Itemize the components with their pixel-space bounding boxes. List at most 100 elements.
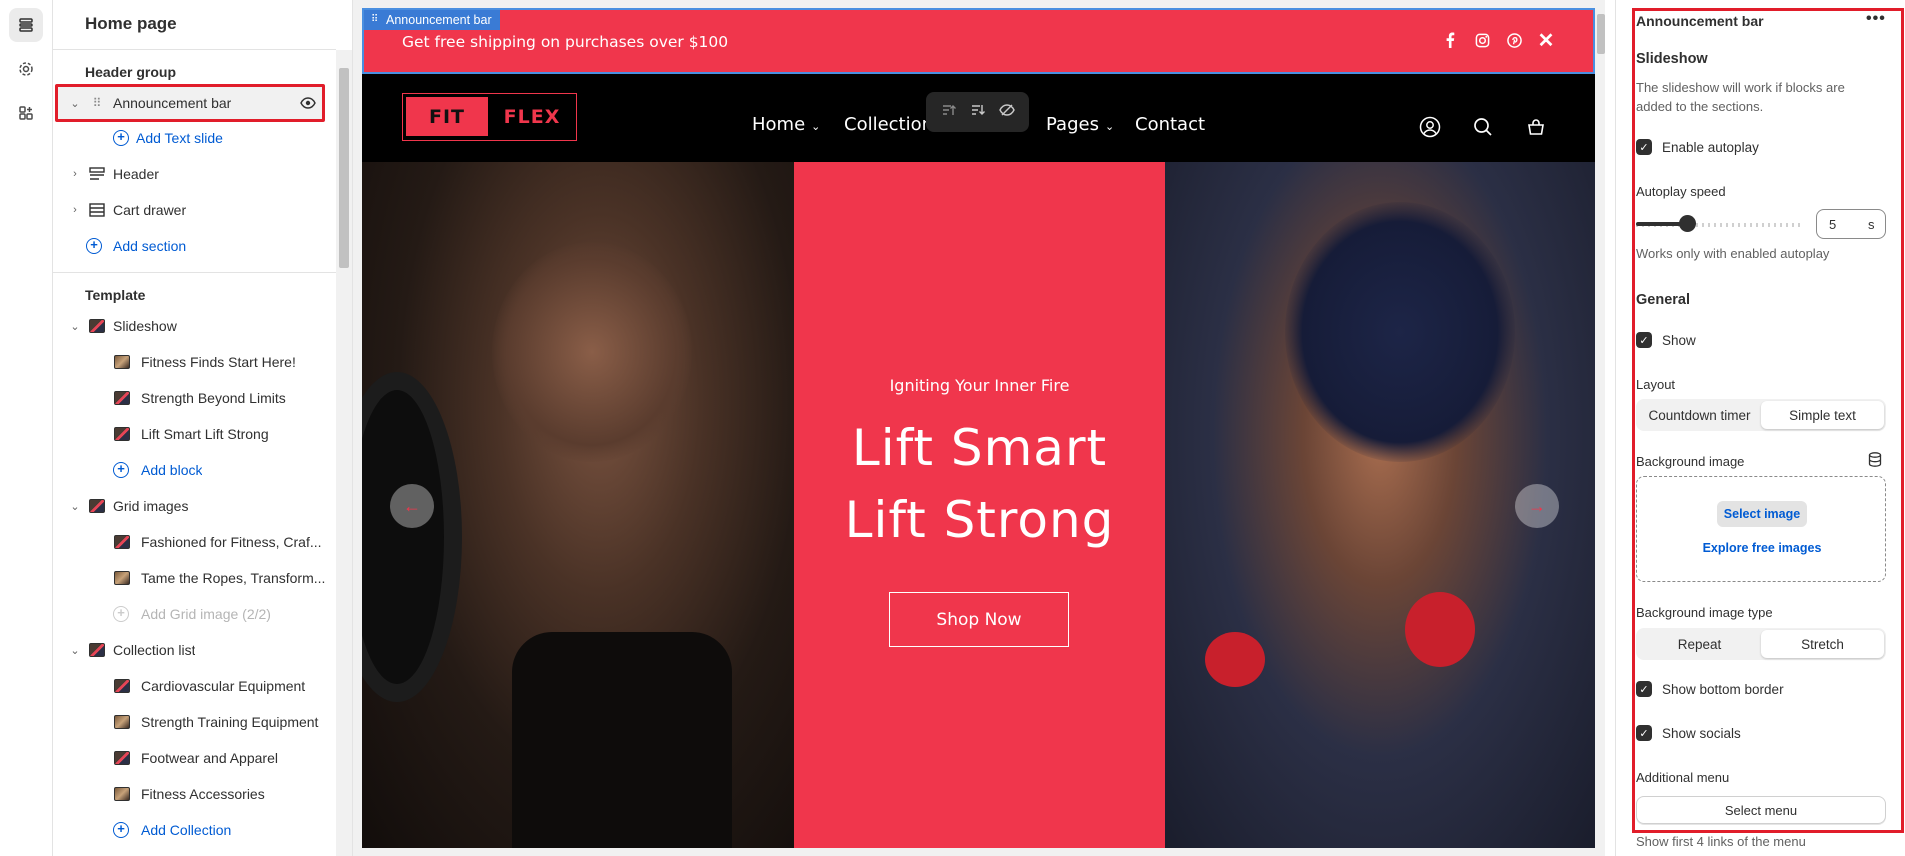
settings-gear-icon[interactable] <box>9 52 43 86</box>
show-bottom-border-checkbox[interactable]: ✓ <box>1636 681 1652 697</box>
image-block-icon <box>113 390 131 406</box>
nav-label: Contact <box>1135 114 1206 135</box>
select-image-button[interactable]: Select image <box>1717 501 1807 527</box>
instagram-icon[interactable] <box>1472 30 1492 50</box>
select-menu-button[interactable]: Select menu <box>1636 796 1886 824</box>
section-collection-list[interactable]: ⌄ Collection list <box>53 632 336 668</box>
account-icon[interactable] <box>1418 115 1442 139</box>
block-item[interactable]: Lift Smart Lift Strong <box>53 416 336 452</box>
dumbbell-left-shape <box>1205 632 1265 687</box>
block-item[interactable]: Fitness Accessories <box>53 776 336 812</box>
add-block-label: Add block <box>141 462 203 478</box>
hero-title: Lift Smart Lift Strong <box>794 412 1165 556</box>
shop-now-button[interactable]: Shop Now <box>889 592 1069 647</box>
background-type-segmented-control: Repeat Stretch <box>1636 628 1886 660</box>
hero-title-line-1: Lift Smart <box>851 419 1108 477</box>
explore-free-images-link[interactable]: Explore free images <box>1637 541 1887 555</box>
layout-option-countdown-timer[interactable]: Countdown timer <box>1638 401 1761 429</box>
block-item[interactable]: Tame the Ropes, Transform... <box>53 560 336 596</box>
sections-icon[interactable] <box>9 8 43 42</box>
more-options-icon[interactable]: ••• <box>1866 10 1886 28</box>
section-header[interactable]: › Header <box>53 156 336 192</box>
brand-logo[interactable]: FIT FLEX <box>402 93 577 141</box>
background-image-label: Background image <box>1636 454 1745 469</box>
icon-rail <box>0 0 53 856</box>
nav-home[interactable]: Home ⌄ <box>752 114 820 135</box>
sidebar-scrollbar-thumb[interactable] <box>339 68 349 268</box>
chevron-right-icon[interactable]: › <box>68 167 82 181</box>
add-grid-image-label: Add Grid image (2/2) <box>141 606 271 622</box>
block-label: Strength Beyond Limits <box>141 390 286 406</box>
image-block-icon <box>113 786 131 802</box>
drag-handle-icon: ⠿ <box>371 14 379 25</box>
logo-text-fit: FIT <box>406 97 488 136</box>
show-checkbox[interactable]: ✓ <box>1636 332 1652 348</box>
add-collection-button[interactable]: + Add Collection <box>53 812 336 848</box>
block-item[interactable]: Strength Beyond Limits <box>53 380 336 416</box>
database-icon[interactable] <box>1868 452 1882 472</box>
header-section-icon <box>88 166 106 182</box>
grid-images-thumbnail-icon <box>88 498 106 514</box>
section-label: Slideshow <box>113 318 177 334</box>
block-item[interactable]: Footwear and Apparel <box>53 740 336 776</box>
add-section-button[interactable]: + Add section <box>53 228 336 264</box>
search-icon[interactable] <box>1471 115 1495 139</box>
block-label: Fashioned for Fitness, Craf... <box>141 534 322 550</box>
block-item[interactable]: Fitness Finds Start Here! <box>53 344 336 380</box>
section-grid-images[interactable]: ⌄ Grid images <box>53 488 336 524</box>
bg-type-option-repeat[interactable]: Repeat <box>1638 630 1761 658</box>
announcement-bar[interactable]: ⠿ Announcement bar Get free shipping on … <box>362 8 1595 74</box>
enable-autoplay-label: Enable autoplay <box>1662 140 1759 155</box>
block-item[interactable]: Fashioned for Fitness, Craf... <box>53 524 336 560</box>
plus-circle-icon: + <box>112 606 130 622</box>
add-text-slide-label: Add Text slide <box>136 130 223 146</box>
move-up-icon[interactable] <box>941 103 957 122</box>
chevron-down-icon: ⌄ <box>1104 120 1115 133</box>
cart-icon[interactable] <box>1524 115 1548 139</box>
nav-pages[interactable]: Pages ⌄ <box>1046 114 1114 135</box>
storefront-preview: ⠿ Announcement bar Get free shipping on … <box>362 8 1595 848</box>
arrow-left-icon[interactable]: ← <box>390 484 434 528</box>
add-text-slide-button[interactable]: + Add Text slide <box>53 120 336 156</box>
nav-contact[interactable]: Contact <box>1135 114 1205 135</box>
plus-circle-icon: + <box>85 238 103 254</box>
hide-eye-icon[interactable] <box>998 103 1015 122</box>
arrow-right-icon[interactable]: → <box>1515 484 1559 528</box>
chevron-down-icon[interactable]: ⌄ <box>68 319 82 333</box>
show-bottom-border-label: Show bottom border <box>1662 682 1784 697</box>
slideshow-help-text: The slideshow will work if blocks are ad… <box>1636 80 1845 114</box>
autoplay-speed-input[interactable]: 5 s <box>1816 209 1886 239</box>
close-icon[interactable]: ✕ <box>1536 30 1556 52</box>
section-cart-drawer[interactable]: › Cart drawer <box>53 192 336 228</box>
move-down-icon[interactable] <box>970 103 986 122</box>
block-item[interactable]: Strength Training Equipment <box>53 704 336 740</box>
add-block-button[interactable]: + Add block <box>53 452 336 488</box>
section-slideshow[interactable]: ⌄ Slideshow <box>53 308 336 344</box>
settings-panel: Announcement bar ••• Slideshow The slide… <box>1615 0 1905 856</box>
autoplay-speed-slider-handle[interactable] <box>1679 215 1696 232</box>
block-label: Cardiovascular Equipment <box>141 678 306 694</box>
pinterest-icon[interactable] <box>1504 30 1524 50</box>
drag-handle-icon[interactable]: ⠿ <box>88 95 106 111</box>
enable-autoplay-checkbox[interactable]: ✓ <box>1636 139 1652 155</box>
section-announcement-bar[interactable]: ⌄ ⠿ Announcement bar <box>53 85 336 121</box>
chevron-down-icon[interactable]: ⌄ <box>68 499 82 513</box>
show-socials-checkbox[interactable]: ✓ <box>1636 725 1652 741</box>
announcement-text: Get free shipping on purchases over $100 <box>402 33 729 51</box>
logo-text-flex: FLEX <box>503 105 561 128</box>
preview-scrollbar-thumb[interactable] <box>1597 14 1605 54</box>
chevron-down-icon[interactable]: ⌄ <box>68 96 82 110</box>
template-group-label: Template <box>85 287 146 303</box>
section-label: Cart drawer <box>113 202 187 218</box>
layout-option-simple-text[interactable]: Simple text <box>1761 401 1884 429</box>
eye-icon[interactable] <box>299 95 317 111</box>
chevron-right-icon[interactable]: › <box>68 203 82 217</box>
chevron-down-icon[interactable]: ⌄ <box>68 643 82 657</box>
facebook-icon[interactable] <box>1440 30 1460 50</box>
block-item[interactable]: Cardiovascular Equipment <box>53 668 336 704</box>
add-grid-image-button[interactable]: + Add Grid image (2/2) <box>53 596 336 632</box>
apps-icon[interactable] <box>9 96 43 130</box>
preview-scrollbar[interactable] <box>1595 8 1605 848</box>
block-label: Footwear and Apparel <box>141 750 278 766</box>
bg-type-option-stretch[interactable]: Stretch <box>1761 630 1884 658</box>
